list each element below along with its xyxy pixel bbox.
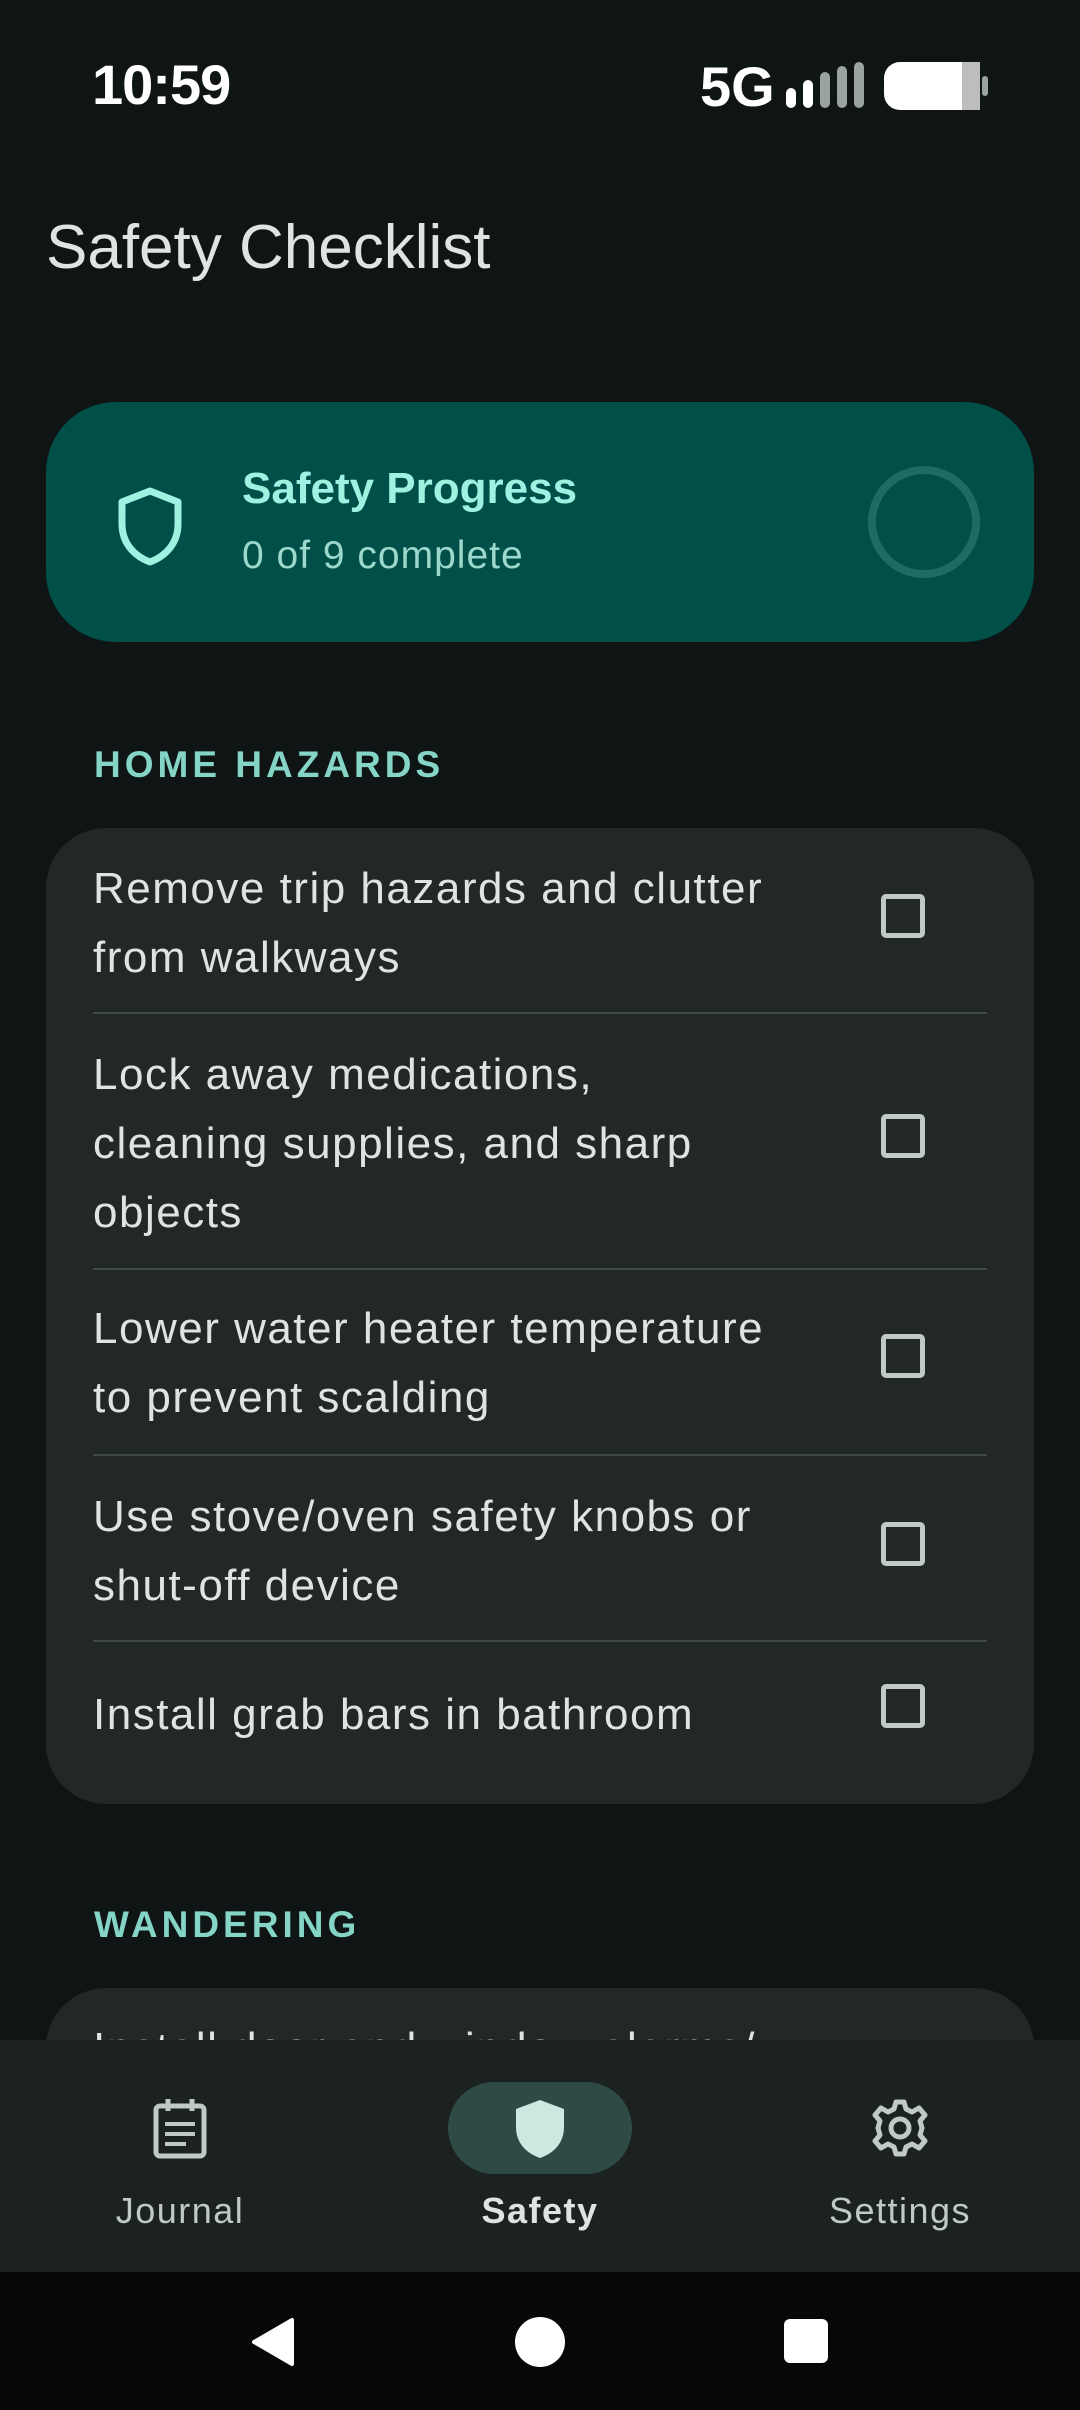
section-header-home-hazards: HOME HAZARDS	[94, 744, 445, 785]
gear-icon	[872, 2099, 928, 2157]
checklist-checkbox[interactable]	[881, 1114, 925, 1158]
status-time: 10:59	[92, 53, 231, 116]
home-hazards-list: Remove trip hazards and clutter from walk…	[46, 828, 1034, 1804]
progress-ring	[868, 466, 980, 578]
bottom-navigation: Journal Safety Settings	[0, 2040, 1080, 2272]
section-header-wandering: WANDERING	[94, 1904, 361, 1945]
shield-icon	[118, 487, 182, 566]
page-title: Safety Checklist	[46, 213, 491, 282]
nav-label-safety: Safety	[481, 2190, 599, 2231]
nav-item-journal[interactable]: Journal	[0, 2040, 360, 2272]
checklist-item-label: Install grab bars in bathroom	[93, 1690, 695, 1739]
status-bar: 10:59 5G	[0, 0, 1080, 170]
progress-title: Safety Progress	[242, 464, 578, 513]
battery-icon	[884, 62, 988, 110]
checklist-item[interactable]: Install grab bars in bathroom	[46, 1642, 1034, 1804]
journal-icon	[153, 2099, 207, 2159]
shield-icon	[516, 2100, 564, 2158]
signal-icon	[786, 62, 864, 108]
checklist-item[interactable]: Remove trip hazards and clutter from walk…	[46, 828, 1034, 1012]
home-icon[interactable]	[514, 2316, 566, 2368]
checklist-item-label: Lower water heater temperature to prevent…	[93, 1304, 765, 1422]
nav-item-safety[interactable]: Safety	[360, 2040, 720, 2272]
recents-icon[interactable]	[783, 2318, 829, 2364]
checklist-item[interactable]: Use stove/oven safety knobs or shut-off d…	[46, 1456, 1034, 1640]
checklist-checkbox[interactable]	[881, 1684, 925, 1728]
progress-subtitle: 0 of 9 complete	[242, 534, 524, 577]
checklist-item-label: Lock away medications, cleaning supplies,…	[93, 1050, 693, 1237]
checklist-item-label: Use stove/oven safety knobs or shut-off d…	[93, 1492, 752, 1610]
nav-label-journal: Journal	[115, 2190, 245, 2231]
back-icon[interactable]	[248, 2316, 298, 2368]
network-type: 5G	[700, 55, 775, 118]
checklist-item[interactable]: Lower water heater temperature to prevent…	[46, 1270, 1034, 1454]
checklist-checkbox[interactable]	[881, 1522, 925, 1566]
checklist-checkbox[interactable]	[881, 894, 925, 938]
nav-label-settings: Settings	[828, 2190, 972, 2231]
checklist-item-label: Remove trip hazards and clutter from walk…	[93, 864, 764, 982]
nav-item-settings[interactable]: Settings	[720, 2040, 1080, 2272]
checklist-item[interactable]: Lock away medications, cleaning supplies,…	[46, 1014, 1034, 1268]
system-navigation-bar	[0, 2272, 1080, 2410]
checklist-checkbox[interactable]	[881, 1334, 925, 1378]
